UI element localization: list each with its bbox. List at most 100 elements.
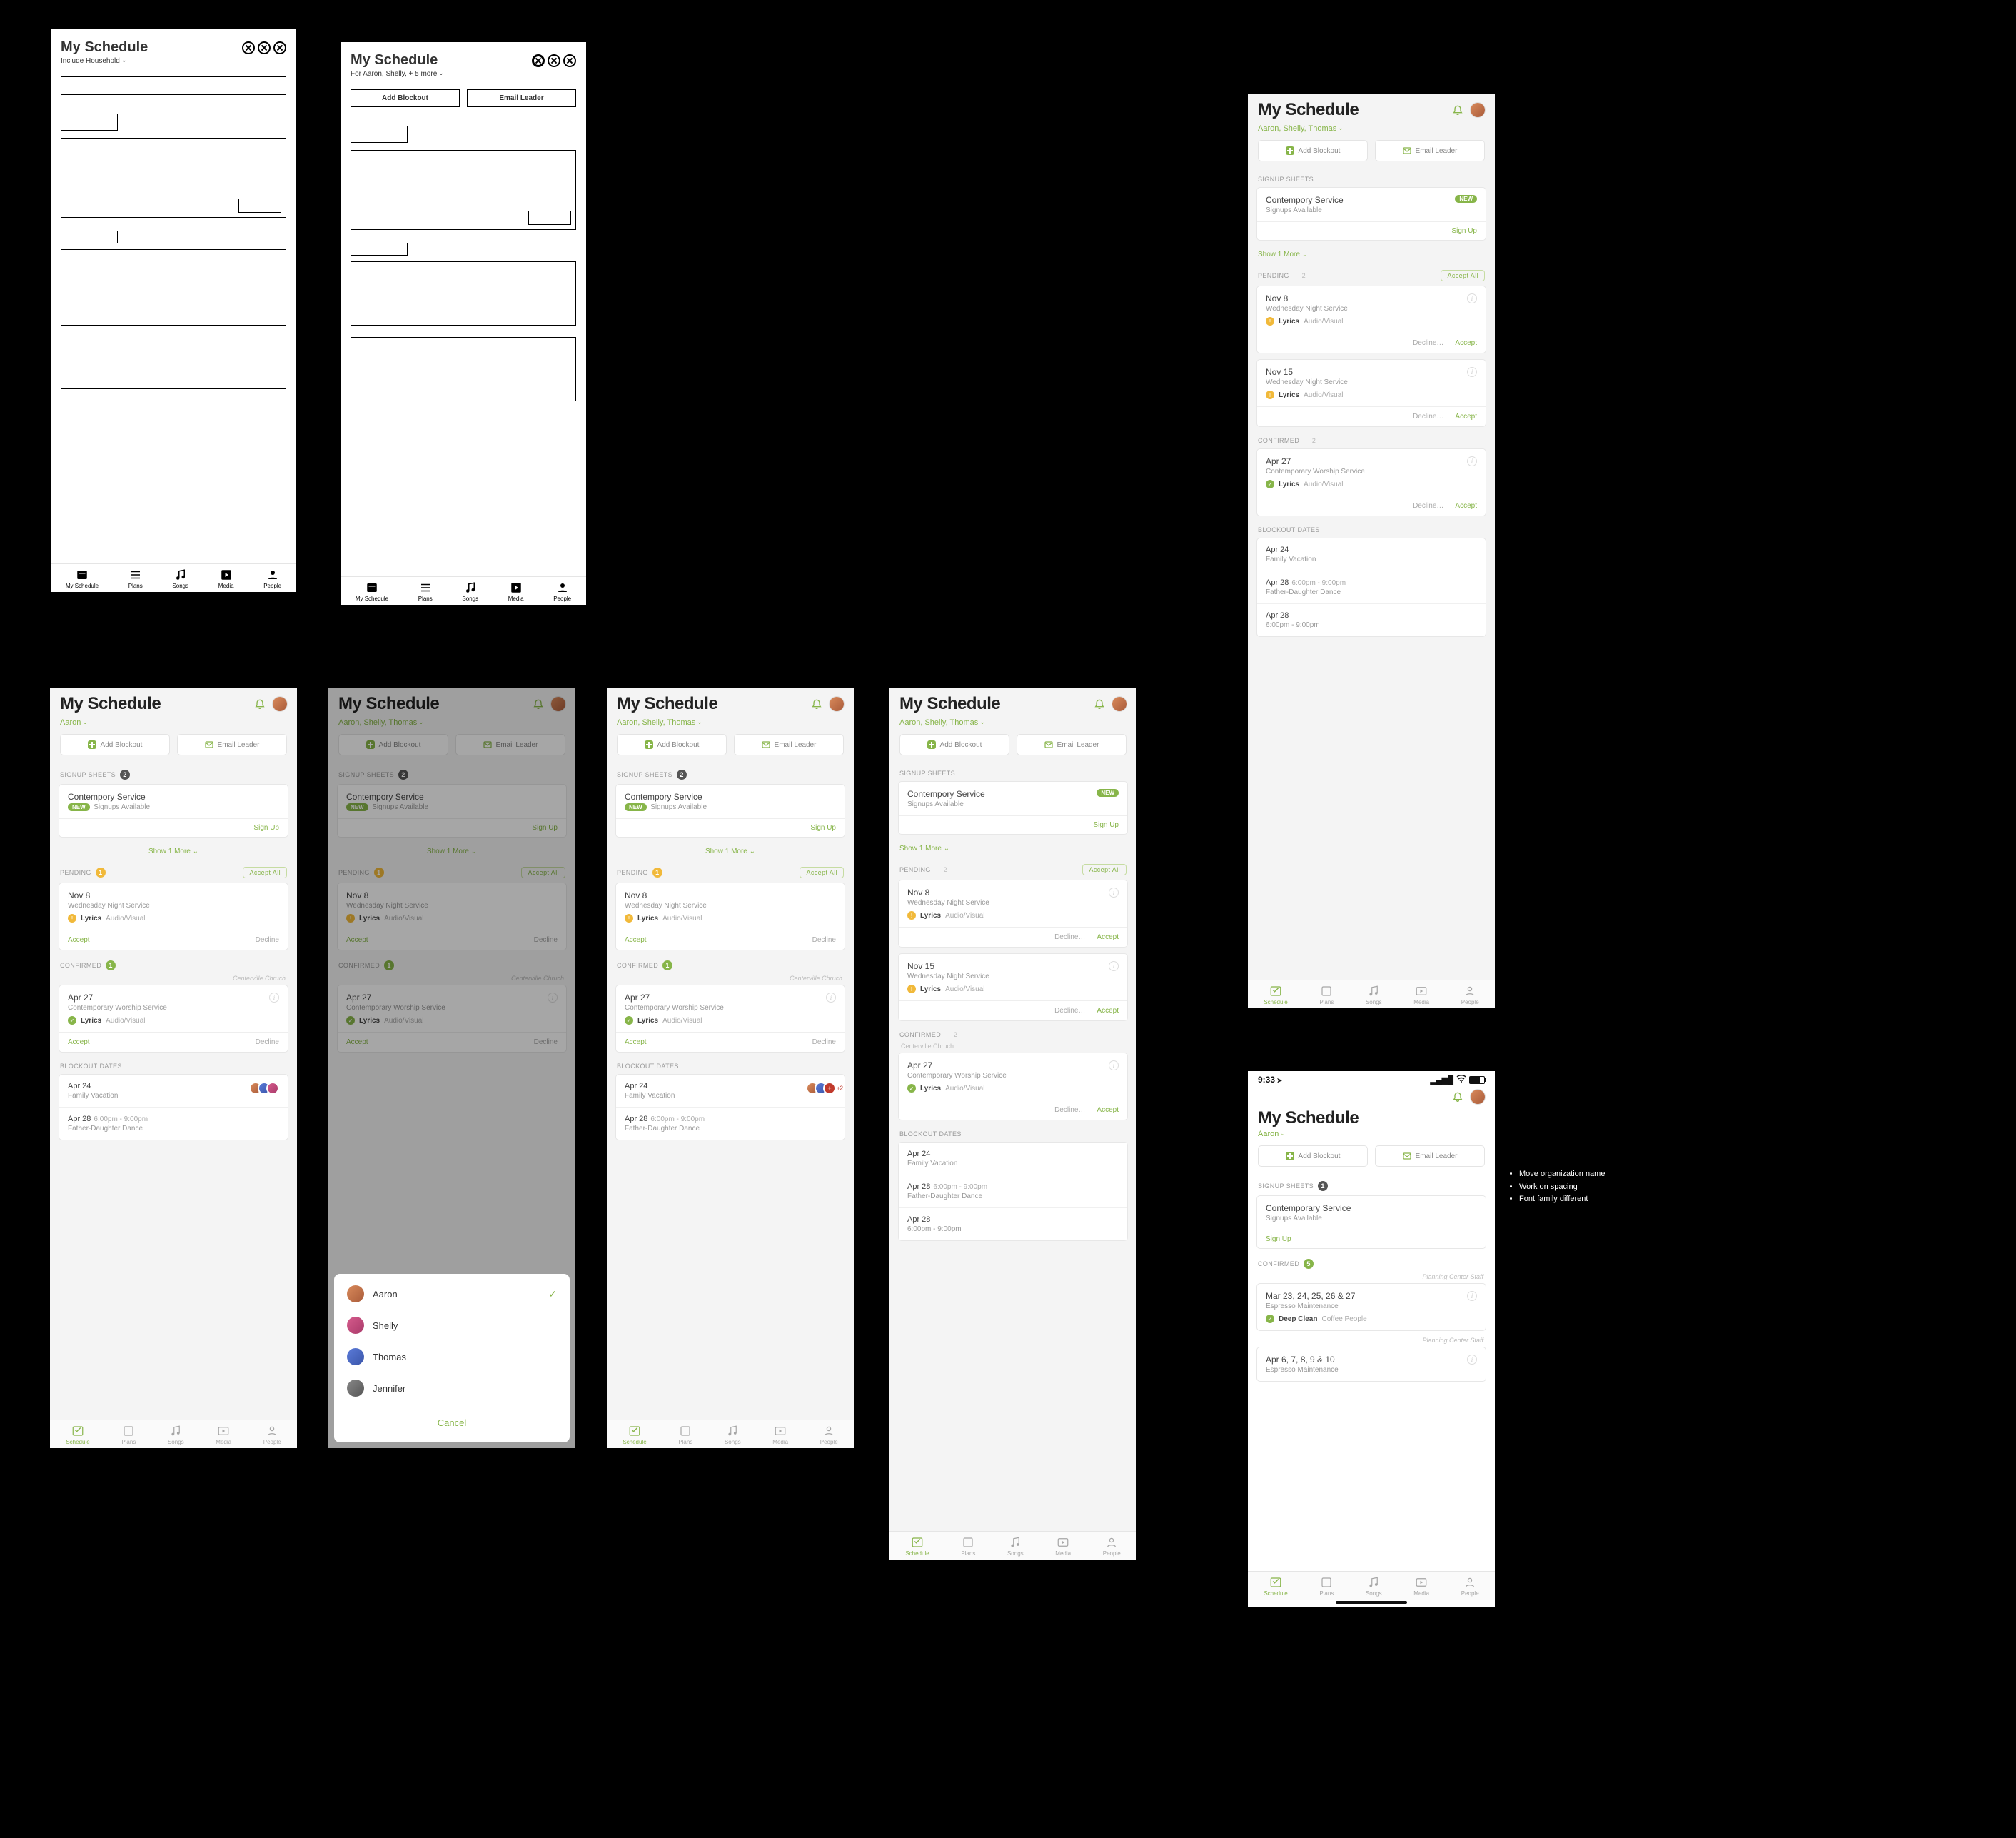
tab-media[interactable]: Media	[1055, 1536, 1071, 1557]
decline-link[interactable]: Decline	[812, 936, 836, 944]
tab-plans[interactable]: Plans	[678, 1425, 692, 1445]
info-icon[interactable]: i	[1109, 888, 1119, 898]
tab-songs[interactable]: Songs	[172, 568, 188, 589]
tab-schedule[interactable]: Schedule	[66, 1425, 89, 1445]
decline-link[interactable]: Decline…	[1413, 502, 1443, 510]
avatar[interactable]	[830, 697, 844, 711]
show-more-link[interactable]: Show 1 More ⌄	[607, 843, 854, 863]
avatar[interactable]	[1471, 1090, 1485, 1104]
accept-link[interactable]: Accept	[625, 936, 647, 944]
tab-songs[interactable]: Songs	[1366, 985, 1382, 1005]
pending-card[interactable]: Nov 8Wednesday Night Service!Lyrics Audi…	[1256, 286, 1486, 353]
confirmed-card[interactable]: Apr 27Contemporary Worship Service✓Lyric…	[615, 985, 845, 1053]
tab-schedule[interactable]: Schedule	[1264, 985, 1287, 1005]
info-icon[interactable]: i	[1467, 367, 1477, 377]
decline-link[interactable]: Decline	[256, 1038, 279, 1046]
header-subtitle[interactable]: For Aaron, Shelly, + 5 more⌄	[351, 70, 576, 78]
tab-plans[interactable]: Plans	[961, 1536, 975, 1557]
email-leader-button[interactable]: Email Leader	[734, 734, 844, 755]
bell-icon[interactable]	[1452, 1090, 1463, 1104]
tab-songs[interactable]: Songs	[1007, 1536, 1024, 1557]
tab-songs[interactable]: Songs	[462, 581, 478, 602]
signup-card[interactable]: Contempory ServiceNEW Signups Available …	[615, 784, 845, 838]
add-blockout-button[interactable]: Add Blockout	[617, 734, 727, 755]
people-filter[interactable]: Aaron, Shelly, Thomas⌄	[1248, 124, 1495, 140]
bell-icon[interactable]	[1094, 698, 1105, 711]
accept-link[interactable]: Accept	[625, 1038, 647, 1046]
tab-plans[interactable]: Plans	[418, 581, 433, 602]
signup-card[interactable]: Contempory Service NEW Signups Available…	[59, 784, 288, 838]
decline-link[interactable]: Decline…	[1054, 933, 1085, 941]
add-blockout-button[interactable]: Add Blockout	[1258, 140, 1368, 161]
email-leader-button[interactable]: Email Leader	[1375, 1145, 1485, 1167]
accept-link[interactable]: Accept	[1097, 1106, 1119, 1114]
tab-schedule[interactable]: Schedule	[905, 1536, 929, 1557]
tab-people[interactable]: People	[263, 568, 281, 589]
confirmed-card[interactable]: Apr 27Contemporary Worship Service✓Lyric…	[898, 1053, 1128, 1120]
people-filter[interactable]: Aaron⌄	[50, 718, 297, 734]
confirmed-card[interactable]: Mar 23, 24, 25, 26 & 27 Espresso Mainten…	[1256, 1283, 1486, 1331]
header-subtitle[interactable]: Include Household⌄	[61, 57, 286, 65]
email-leader-button[interactable]: Email Leader	[1375, 140, 1485, 161]
tab-media[interactable]: Media	[508, 581, 524, 602]
show-more-link[interactable]: Show 1 More ⌄	[50, 843, 297, 863]
cancel-button[interactable]: Cancel	[334, 1407, 570, 1438]
avatar[interactable]	[1112, 697, 1127, 711]
accept-link[interactable]: Accept	[1455, 502, 1477, 510]
blockout-row[interactable]: Apr 286:00pm - 9:00pmFather-Daughter Dan…	[616, 1108, 845, 1140]
confirmed-card[interactable]: Apr 6, 7, 8, 9 & 10 Espresso Maintenance…	[1256, 1347, 1486, 1382]
blockout-row[interactable]: Apr 24Family Vacation	[899, 1143, 1127, 1175]
tab-plans[interactable]: Plans	[121, 1425, 136, 1445]
tab-songs[interactable]: Songs	[1366, 1576, 1382, 1597]
pending-card[interactable]: Nov 8 Wednesday Night Service !Lyrics Au…	[59, 883, 288, 950]
show-more-link[interactable]: Show 1 More ⌄	[1248, 246, 1495, 266]
decline-link[interactable]: Decline	[812, 1038, 836, 1046]
email-leader-button[interactable]: Email Leader	[1017, 734, 1127, 755]
tab-schedule[interactable]: My Schedule	[66, 568, 99, 589]
sheet-option-aaron[interactable]: Aaron✓	[334, 1278, 570, 1310]
blockout-row[interactable]: Apr 24Family Vacation	[1257, 538, 1486, 571]
accept-link[interactable]: Accept	[1455, 339, 1477, 347]
avatar[interactable]	[273, 697, 287, 711]
placeholder-button[interactable]	[61, 76, 286, 95]
people-filter[interactable]: Aaron⌄	[1248, 1130, 1495, 1145]
placeholder-card-action[interactable]	[238, 199, 281, 213]
signup-link[interactable]: Sign Up	[253, 824, 279, 832]
tab-people[interactable]: People	[1461, 1576, 1479, 1597]
sheet-option-jennifer[interactable]: Jennifer	[334, 1372, 570, 1404]
signup-link[interactable]: Sign Up	[1266, 1235, 1291, 1243]
close-icon[interactable]	[273, 41, 286, 54]
tab-songs[interactable]: Songs	[168, 1425, 184, 1445]
accept-link[interactable]: Accept	[1097, 933, 1119, 941]
pending-card[interactable]: Nov 15Wednesday Night Service!Lyrics Aud…	[898, 953, 1128, 1021]
placeholder-card-action[interactable]	[528, 211, 571, 225]
pending-card[interactable]: Nov 8Wednesday Night Service!Lyrics Audi…	[898, 880, 1128, 948]
accept-all-button[interactable]: Accept All	[1082, 864, 1127, 875]
confirmed-card[interactable]: Apr 27Contemporary Worship Service✓Lyric…	[1256, 448, 1486, 516]
accept-link[interactable]: Accept	[1455, 413, 1477, 421]
decline-link[interactable]: Decline…	[1054, 1007, 1085, 1015]
tab-schedule[interactable]: Schedule	[1264, 1576, 1287, 1597]
show-more-link[interactable]: Show 1 More ⌄	[889, 840, 1136, 860]
email-leader-button[interactable]: Email Leader	[467, 89, 576, 107]
blockout-row[interactable]: Apr 24Family Vacation ++2	[616, 1075, 845, 1108]
blockout-row[interactable]: Apr 286:00pm - 9:00pm	[899, 1208, 1127, 1240]
bell-icon[interactable]	[254, 698, 266, 711]
signup-link[interactable]: Sign Up	[1093, 821, 1119, 829]
blockout-row[interactable]: Apr 286:00pm - 9:00pm Father-Daughter Da…	[59, 1108, 288, 1140]
tab-media[interactable]: Media	[216, 1425, 231, 1445]
decline-link[interactable]: Decline…	[1413, 339, 1443, 347]
tab-people[interactable]: People	[1103, 1536, 1121, 1557]
tab-people[interactable]: People	[263, 1425, 281, 1445]
info-icon[interactable]: i	[269, 993, 279, 1003]
signup-link[interactable]: Sign Up	[1451, 227, 1477, 235]
accept-all-button[interactable]: Accept All	[1441, 270, 1485, 281]
tab-plans[interactable]: Plans	[128, 568, 143, 589]
sheet-option-shelly[interactable]: Shelly	[334, 1310, 570, 1341]
blockout-row[interactable]: Apr 24 Family Vacation	[59, 1075, 288, 1108]
tab-media[interactable]: Media	[772, 1425, 788, 1445]
info-icon[interactable]: i	[1467, 456, 1477, 466]
add-blockout-button[interactable]: Add Blockout	[351, 89, 460, 107]
pending-card[interactable]: Nov 15Wednesday Night Service!Lyrics Aud…	[1256, 359, 1486, 427]
blockout-row[interactable]: Apr 286:00pm - 9:00pmFather-Daughter Dan…	[1257, 571, 1486, 604]
